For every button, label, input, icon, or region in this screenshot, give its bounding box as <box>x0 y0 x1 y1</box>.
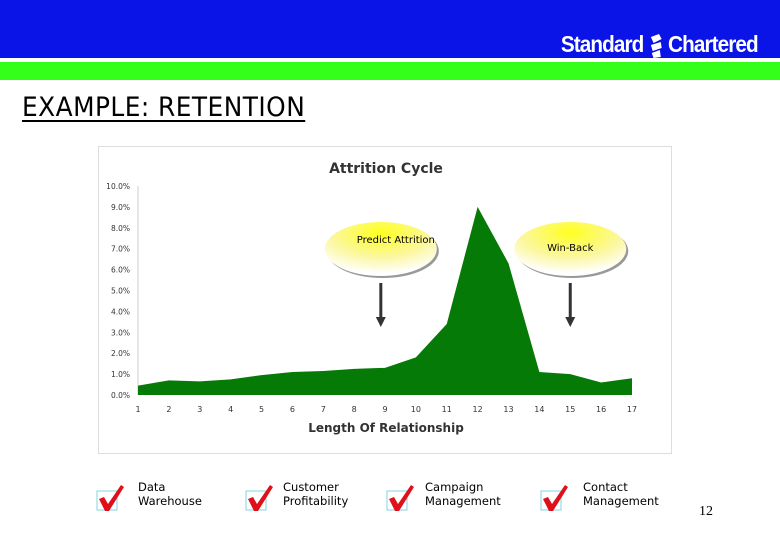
y-tick-label: 3.0% <box>111 328 130 337</box>
callout-win-back: Win-Back <box>514 222 629 327</box>
x-tick-label: 1 <box>135 405 140 414</box>
checklist-line1: Contact <box>583 480 628 494</box>
checklist-line1: Data <box>138 480 166 494</box>
x-tick-label: 15 <box>565 405 575 414</box>
y-tick-label: 9.0% <box>111 203 130 212</box>
x-tick-label: 16 <box>596 405 606 414</box>
x-tick-label: 9 <box>382 405 387 414</box>
checklist-item: Campaign Management <box>425 480 501 508</box>
callout-label: Win-Back <box>547 243 594 254</box>
y-tick-label: 7.0% <box>111 245 130 254</box>
checkbox-checked-icon <box>540 485 568 511</box>
checklist-item: Data Warehouse <box>138 480 202 508</box>
x-tick-label: 12 <box>473 405 483 414</box>
attrition-chart: Attrition Cycle Length Of Relationship 0… <box>98 146 672 454</box>
y-tick-label: 0.0% <box>111 391 130 400</box>
y-tick-label: 8.0% <box>111 224 130 233</box>
x-tick-label: 5 <box>259 405 264 414</box>
x-tick-label: 13 <box>503 405 513 414</box>
callout-label: Predict Attrition <box>357 235 435 246</box>
brand-logo: Standard Chartered <box>561 31 759 58</box>
chart-svg: Attrition Cycle Length Of Relationship 0… <box>106 161 637 435</box>
checklist-line2: Profitability <box>283 494 349 508</box>
checkbox-checked-icon <box>386 485 414 511</box>
page-number: 12 <box>699 504 713 519</box>
x-tick-label: 17 <box>627 405 637 414</box>
y-tick-label: 4.0% <box>111 307 130 316</box>
checklist-line2: Warehouse <box>138 494 202 508</box>
x-tick-label: 14 <box>534 405 544 414</box>
checklist-line2: Management <box>583 494 659 508</box>
checklist-line1: Campaign <box>425 480 484 494</box>
y-tick-label: 2.0% <box>111 349 130 358</box>
checklist-line1: Customer <box>283 480 339 494</box>
x-tick-label: 4 <box>228 405 233 414</box>
x-tick-label: 7 <box>321 405 326 414</box>
x-tick-label: 11 <box>442 405 452 414</box>
x-tick-label: 6 <box>290 405 295 414</box>
checklist-line2: Management <box>425 494 501 508</box>
arrowhead-icon <box>565 317 576 327</box>
logo-mark-icon <box>650 34 662 58</box>
y-tick-label: 10.0% <box>106 182 130 191</box>
checklist-item: Contact Management <box>583 480 659 508</box>
x-tick-label: 3 <box>197 405 202 414</box>
y-tick-label: 6.0% <box>111 266 130 275</box>
checkbox-checked-icon <box>245 485 273 511</box>
slide-title: EXAMPLE: RETENTION <box>22 92 306 123</box>
checkbox-checked-icon <box>96 485 124 511</box>
callout-predict-attrition: Predict Attrition <box>324 222 439 327</box>
checklist-item: Customer Profitability <box>283 480 348 508</box>
x-tick-label: 10 <box>411 405 421 414</box>
y-tick-label: 5.0% <box>111 287 130 296</box>
chart-title: Attrition Cycle <box>329 161 443 177</box>
x-tick-label: 2 <box>166 405 171 414</box>
header-stripe <box>0 62 780 80</box>
x-tick-label: 8 <box>352 405 357 414</box>
arrowhead-icon <box>375 317 386 327</box>
x-axis-label: Length Of Relationship <box>308 421 464 435</box>
y-tick-label: 1.0% <box>111 370 130 379</box>
